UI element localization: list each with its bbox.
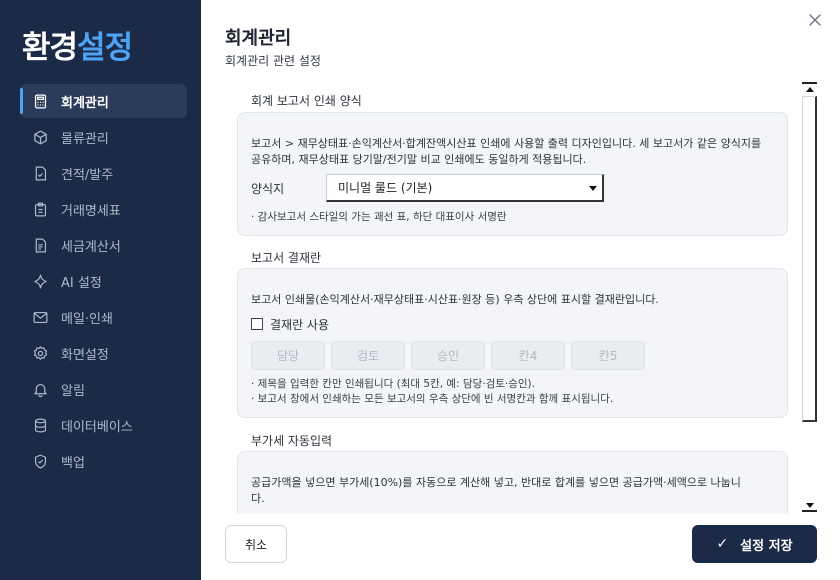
section-title-vat: 부가세 자동입력: [251, 434, 333, 448]
checkmark-icon: ✓: [716, 536, 729, 552]
sidebar-item-label: 세금계산서: [61, 239, 121, 255]
clipboard-icon: [34, 202, 47, 216]
approval-card: 보고서 인쇄물(손익계산서·재무상태표·시산표·원장 등) 우측 상단에 표시할…: [237, 268, 788, 418]
sidebar-item-notifications[interactable]: 알림: [20, 372, 187, 406]
save-settings-button[interactable]: ✓ 설정 저장: [692, 525, 817, 563]
form-select-value: 미니멀 룰드 (기본): [338, 181, 433, 195]
invoice-icon: [35, 238, 47, 252]
form-label: 양식지: [251, 182, 285, 196]
sidebar-item-logistics[interactable]: 물류관리: [20, 120, 187, 154]
approval-slot-4[interactable]: 칸4: [491, 341, 565, 370]
approval-checkbox[interactable]: [251, 318, 263, 330]
document-check-icon: [35, 166, 47, 180]
sidebar-item-label: 백업: [61, 455, 85, 471]
approval-note-1: · 제목을 입력한 칸만 인쇄됩니다 (최대 5칸, 예: 담당·검토·승인).: [251, 378, 535, 390]
calculator-icon: [34, 93, 47, 109]
vat-card: 공급가액을 넣으면 부가세(10%)를 자동으로 계산해 넣고, 반대로 합계를…: [237, 451, 788, 514]
sidebar-item-label: 거래명세표: [61, 203, 121, 219]
approval-checkbox-label[interactable]: 결재란 사용: [270, 316, 329, 333]
sidebar-item-label: 데이터베이스: [61, 419, 133, 435]
main-panel: 회계관리 회계관리 관련 설정 회계 보고서 인쇄 양식 보고서 > 재무상태표…: [201, 0, 840, 580]
sidebar-item-accounting[interactable]: 회계관리: [20, 84, 187, 118]
save-button-label: 설정 저장: [740, 538, 793, 554]
page-title: 회계관리: [225, 28, 292, 49]
cancel-button[interactable]: 취소: [225, 525, 287, 563]
print-style-card: 보고서 > 재무상태표·손익계산서·합계잔액시산표 인쇄에 사용할 출력 디자인…: [237, 112, 788, 236]
scrollbar-thumb[interactable]: [802, 96, 817, 422]
sparkle-icon: [34, 274, 47, 288]
approval-slot-3[interactable]: 승인: [411, 341, 485, 370]
box-icon: [34, 130, 47, 144]
sidebar-item-label: 알림: [61, 383, 85, 399]
settings-scrollbar[interactable]: [801, 82, 818, 514]
gear-icon: [33, 345, 48, 360]
arrow-down-icon: [805, 502, 814, 508]
approval-slot-5[interactable]: 칸5: [571, 341, 645, 370]
page-subtitle: 회계관리 관련 설정: [225, 54, 321, 68]
sidebar-item-label: 물류관리: [61, 131, 109, 147]
form-select[interactable]: 미니멀 룰드 (기본): [326, 174, 604, 202]
approval-description: 보고서 인쇄물(손익계산서·재무상태표·시산표·원장 등) 우측 상단에 표시할…: [251, 293, 659, 306]
app-title-accent: 설정: [77, 30, 133, 66]
sidebar: 환경설정 회계관리 물류관리 견적/발주 거래명세표 세금계산서 AI 설정 메: [0, 0, 201, 580]
sidebar-item-tax-invoice[interactable]: 세금계산서: [20, 228, 187, 262]
app-title-main: 환경: [22, 30, 78, 66]
arrow-up-icon: [805, 86, 814, 92]
sidebar-item-ai-settings[interactable]: AI 설정: [20, 264, 187, 298]
print-style-note: · 감사보고서 스타일의 가는 괘선 표, 하단 대표이사 서명란: [251, 211, 507, 223]
settings-scroll-area: 회계 보고서 인쇄 양식 보고서 > 재무상태표·손익계산서·합계잔액시산표 인…: [237, 86, 789, 514]
scroll-up-button[interactable]: [802, 82, 817, 94]
sidebar-item-label: 회계관리: [61, 95, 109, 111]
sidebar-item-label: 메일·인쇄: [61, 311, 113, 327]
sidebar-item-label: AI 설정: [61, 275, 102, 291]
approval-note-2: · 보고서 창에서 인쇄하는 모든 보고서의 우측 상단에 빈 서명칸과 함께 …: [251, 393, 614, 405]
approval-slot-2[interactable]: 검토: [331, 341, 405, 370]
mail-icon: [33, 311, 48, 323]
close-icon[interactable]: [807, 12, 823, 28]
sidebar-item-statement[interactable]: 거래명세표: [20, 192, 187, 226]
database-icon: [34, 418, 47, 432]
section-title-print-style: 회계 보고서 인쇄 양식: [251, 94, 362, 108]
app-title: 환경설정: [22, 22, 133, 67]
print-style-description: 보고서 > 재무상태표·손익계산서·합계잔액시산표 인쇄에 사용할 출력 디자인…: [251, 137, 762, 166]
section-title-approval: 보고서 결재란: [251, 251, 322, 265]
vat-description: 공급가액을 넣으면 부가세(10%)를 자동으로 계산해 넣고, 반대로 합계를…: [251, 476, 741, 505]
scroll-down-button[interactable]: [802, 500, 817, 512]
bell-icon: [34, 383, 47, 397]
approval-slot-1[interactable]: 담당: [251, 341, 325, 370]
shield-check-icon: [34, 454, 47, 468]
sidebar-nav: 회계관리 물류관리 견적/발주 거래명세표 세금계산서 AI 설정 메일·인쇄: [20, 84, 187, 480]
chevron-down-icon: [589, 186, 597, 191]
sidebar-item-mail-print[interactable]: 메일·인쇄: [20, 300, 187, 334]
sidebar-item-backup[interactable]: 백업: [20, 444, 187, 478]
sidebar-item-database[interactable]: 데이터베이스: [20, 408, 187, 442]
sidebar-item-display[interactable]: 화면설정: [20, 336, 187, 370]
sidebar-item-quote-order[interactable]: 견적/발주: [20, 156, 187, 190]
sidebar-item-label: 견적/발주: [61, 167, 114, 183]
sidebar-item-label: 화면설정: [61, 347, 109, 363]
